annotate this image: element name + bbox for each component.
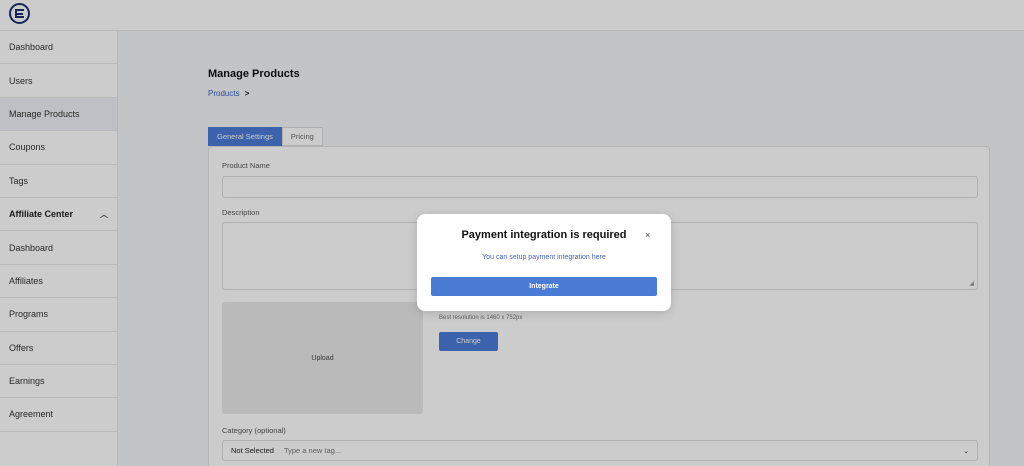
modal-title: Payment integration is required [461,229,627,241]
close-icon[interactable]: × [645,230,650,240]
payment-integration-modal: Payment integration is required × You ca… [417,214,671,311]
modal-subtitle[interactable]: You can setup payment integration here [417,254,671,261]
integrate-button[interactable]: Integrate [431,277,657,296]
